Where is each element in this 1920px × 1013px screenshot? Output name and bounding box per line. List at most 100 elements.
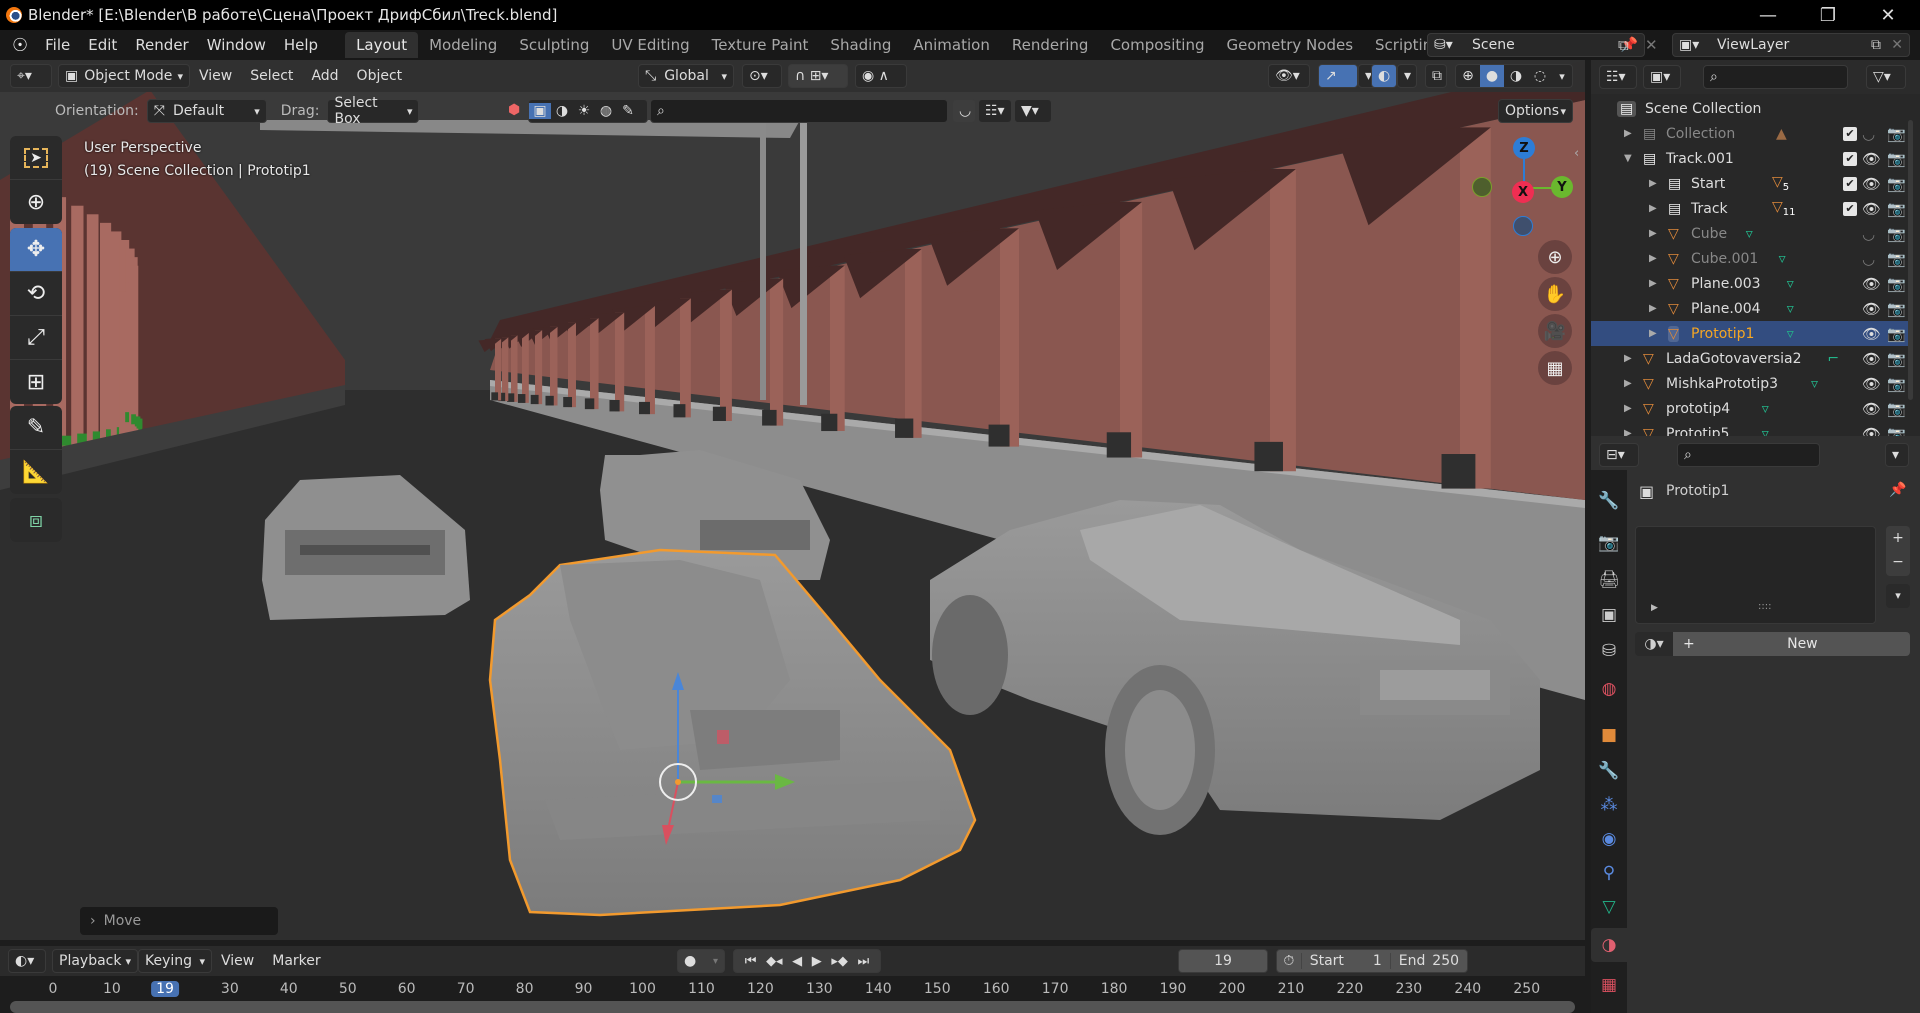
- record-button[interactable]: ● ▾: [677, 949, 725, 973]
- material-slots-list[interactable]: ▶ ::::: [1635, 526, 1876, 624]
- end-frame-field[interactable]: End 250: [1389, 953, 1467, 969]
- properties-tab-texture[interactable]: ▦: [1591, 968, 1627, 1002]
- render-camera-icon[interactable]: 📷: [1887, 225, 1906, 243]
- sidebar-toggle-icon[interactable]: ‹: [1574, 146, 1579, 161]
- pivot-point-dropdown[interactable]: ⊙▾: [742, 64, 782, 88]
- add-slot-button[interactable]: +: [1886, 526, 1910, 550]
- properties-tab-material[interactable]: ◑: [1591, 928, 1627, 962]
- scene-selector[interactable]: ⛁▾ Scene 📌: [1427, 33, 1645, 57]
- pin-icon[interactable]: 📌: [1889, 482, 1906, 498]
- start-frame-field[interactable]: Start 1: [1300, 953, 1390, 969]
- expand-arrow-icon[interactable]: ▶: [1649, 203, 1657, 214]
- outliner-row[interactable]: ▶ ▽ Plane.004 ▿ 👁 📷: [1591, 296, 1913, 321]
- wireframe-shading-button[interactable]: ⊕: [1456, 68, 1480, 84]
- display-mode-dropdown[interactable]: ☷▾: [978, 99, 1012, 123]
- properties-search-input[interactable]: ⌕: [1677, 443, 1820, 467]
- properties-tab-particles[interactable]: ⁂: [1591, 788, 1627, 822]
- delete-viewlayer-icon[interactable]: ✕: [1891, 37, 1903, 53]
- outliner-display-mode[interactable]: ▣▾: [1643, 65, 1681, 89]
- tab-geometry-nodes[interactable]: Geometry Nodes: [1215, 32, 1364, 58]
- armature-data-icon[interactable]: ⌐: [1827, 351, 1839, 367]
- camera-view-button[interactable]: 🎥: [1538, 314, 1572, 348]
- outliner-item-name[interactable]: Plane.003: [1691, 276, 1761, 292]
- orientation-dropdown[interactable]: ⤧ Default ▾: [146, 99, 267, 123]
- resize-handle[interactable]: ::::: [1758, 601, 1771, 612]
- viewport-menu-object[interactable]: Object: [348, 68, 412, 84]
- mesh-data-icon[interactable]: ▿: [1779, 251, 1786, 267]
- object-filter-icon[interactable]: ▣: [529, 103, 551, 119]
- properties-tab-constraints[interactable]: ⚲: [1591, 856, 1627, 890]
- mesh-data-icon[interactable]: ▿: [1811, 376, 1818, 392]
- stopwatch-icon[interactable]: ⏱: [1277, 953, 1301, 969]
- outliner-scrollbar[interactable]: [1908, 120, 1913, 400]
- snap-toggle[interactable]: ∩ ⊞▾: [788, 64, 848, 88]
- render-camera-icon[interactable]: 📷: [1887, 150, 1906, 168]
- expand-arrow-icon[interactable]: ▶: [1649, 278, 1657, 289]
- viewport-menu-view[interactable]: View: [190, 68, 241, 84]
- eye-closed-icon[interactable]: ◡: [1862, 125, 1875, 143]
- outliner-search-input[interactable]: ⌕: [1703, 65, 1848, 89]
- expand-arrow-icon[interactable]: ▶: [1649, 228, 1657, 239]
- play-reverse-button[interactable]: ◀: [792, 954, 802, 969]
- tab-animation[interactable]: Animation: [902, 32, 1000, 58]
- collapse-arrow-icon[interactable]: ▼: [1624, 153, 1632, 164]
- menu-help[interactable]: Help: [275, 36, 327, 54]
- outliner-editor-type[interactable]: ☷▾: [1599, 65, 1637, 89]
- viewport-search-input[interactable]: ⌕: [650, 99, 948, 123]
- viewport-menu-select[interactable]: Select: [241, 68, 302, 84]
- exclude-checkbox[interactable]: ✔: [1843, 201, 1857, 216]
- tab-texture-paint[interactable]: Texture Paint: [701, 32, 820, 58]
- outliner-row[interactable]: ▶ ▤ Start ▽5 ✔ 👁 📷: [1591, 171, 1913, 196]
- image-icon[interactable]: ▲: [1776, 126, 1787, 142]
- outliner-root[interactable]: ▤ Scene Collection: [1591, 96, 1913, 121]
- properties-tab-physics[interactable]: ◉: [1591, 822, 1627, 856]
- overlay-toggle[interactable]: ◐: [1371, 64, 1397, 88]
- tab-layout[interactable]: Layout: [345, 32, 419, 58]
- viewport-menu-add[interactable]: Add: [302, 68, 347, 84]
- exclude-checkbox[interactable]: ✔: [1843, 151, 1857, 166]
- outliner-item-name[interactable]: Prototip1: [1691, 326, 1754, 342]
- add-cube-tool[interactable]: ⧈: [10, 498, 62, 542]
- next-keyframe-button[interactable]: ▸◆: [831, 954, 848, 969]
- eye-closed-icon[interactable]: ◡: [1862, 225, 1875, 243]
- xray-toggle[interactable]: ⧉: [1425, 64, 1447, 88]
- world-filter-icon[interactable]: ◍: [595, 103, 617, 119]
- delete-scene-icon[interactable]: ✕: [1645, 36, 1658, 54]
- expand-arrow-icon[interactable]: ▶: [1649, 253, 1657, 264]
- render-camera-icon[interactable]: 📷: [1887, 350, 1906, 368]
- menu-render[interactable]: Render: [126, 36, 197, 54]
- render-camera-icon[interactable]: 📷: [1887, 300, 1906, 318]
- outliner-item-name[interactable]: MishkaPrototip3: [1666, 376, 1778, 392]
- outliner-item-name[interactable]: Cube: [1691, 226, 1727, 242]
- mesh-data-icon[interactable]: ▿: [1746, 226, 1753, 242]
- mesh-data-icon[interactable]: ▿: [1787, 276, 1794, 292]
- solid-shading-button[interactable]: ●: [1480, 65, 1504, 87]
- transform-orientation-dropdown[interactable]: ⤡ Global ▾: [638, 64, 734, 88]
- new-viewlayer-icon[interactable]: ⧉: [1871, 37, 1881, 53]
- outliner-item-name[interactable]: Start: [1691, 176, 1725, 192]
- eye-icon[interactable]: 👁: [1862, 200, 1881, 218]
- cursor-tool[interactable]: ⊕: [10, 180, 62, 224]
- prev-keyframe-button[interactable]: ◆◂: [766, 954, 783, 969]
- measure-tool[interactable]: 📐: [10, 450, 62, 494]
- maximize-button[interactable]: ❐: [1800, 0, 1856, 30]
- outliner-row[interactable]: ▶ ▽ MishkaPrototip3 ▿ 👁 📷: [1591, 371, 1913, 396]
- properties-tab-scene[interactable]: ⛁: [1591, 634, 1627, 668]
- render-camera-icon[interactable]: 📷: [1887, 200, 1906, 218]
- jump-end-button[interactable]: ⏭: [857, 954, 869, 969]
- tab-modeling[interactable]: Modeling: [418, 32, 508, 58]
- expand-arrow-icon[interactable]: ▶: [1624, 353, 1632, 364]
- mesh-data-icon[interactable]: ▿: [1762, 401, 1769, 417]
- remove-slot-button[interactable]: −: [1886, 550, 1910, 574]
- viewlayer-name[interactable]: ViewLayer: [1717, 37, 1789, 53]
- outliner-item-name[interactable]: Track.001: [1666, 151, 1734, 167]
- keying-dropdown[interactable]: Keying ▾: [138, 949, 212, 973]
- outliner-item-name[interactable]: Plane.004: [1691, 301, 1761, 317]
- zoom-view-button[interactable]: ⊕: [1538, 240, 1572, 274]
- mode-selector[interactable]: ▣ Object Mode ▾: [58, 64, 190, 88]
- render-camera-icon[interactable]: 📷: [1887, 275, 1906, 293]
- gizmo-toggle[interactable]: ↗: [1318, 64, 1358, 88]
- outliner-row[interactable]: ▼ ▤ Track.001 ✔ 👁 📷: [1591, 146, 1913, 171]
- pan-view-button[interactable]: ✋: [1538, 277, 1572, 311]
- outliner-row[interactable]: ▶ ▤ Track ▽11 ✔ 👁 📷: [1591, 196, 1913, 221]
